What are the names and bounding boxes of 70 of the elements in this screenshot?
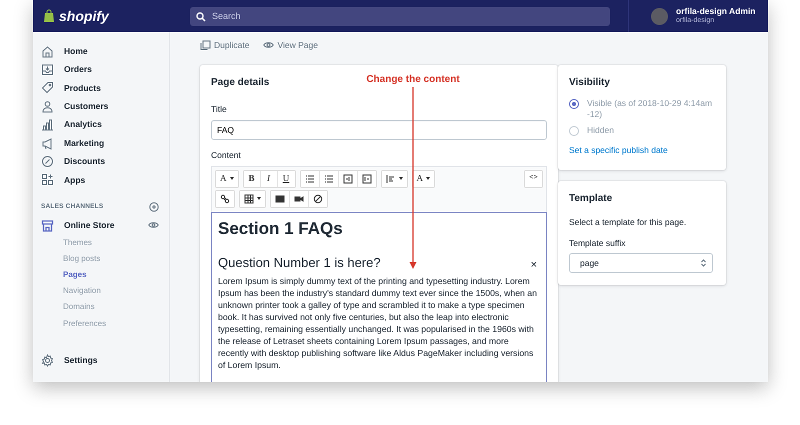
indent-icon [342,174,352,184]
toolbar-button[interactable] [271,190,290,206]
field-label: Content [211,148,242,162]
person-icon [41,100,54,113]
tag-icon [41,81,54,94]
close-icon[interactable]: × [530,256,537,274]
shopping-bag-icon [43,9,55,23]
link-icon [220,194,230,204]
list-icon [304,174,314,184]
publish-date-link[interactable]: Set a specific publish date [569,144,668,158]
logo-text: shopify [59,6,109,26]
home-icon [41,44,54,58]
numbered-list-icon [324,174,334,184]
nav-link[interactable]: Marketing [33,134,169,152]
field-label: Template suffix [569,236,627,250]
action-link[interactable]: View Page [263,38,318,52]
copy-icon [200,40,211,50]
action-link[interactable]: Duplicate [200,38,250,52]
field-label: Title [211,103,228,116]
toolbar-button[interactable]: A [412,170,434,186]
caret-icon [230,177,234,180]
add-icon[interactable] [149,202,159,212]
gear-icon [41,354,54,368]
bar-chart-icon [41,118,54,132]
clear-format-icon [313,194,323,204]
user-name: orfila-design Admin [676,7,756,16]
annotation-text: Change the content [365,73,461,87]
nav-link[interactable]: Pages [33,266,169,284]
channel-link[interactable]: Online Store [33,216,115,235]
sort-arrows-icon [701,259,706,268]
radio-button[interactable] [569,99,579,109]
nav-link[interactable]: Apps [33,170,169,190]
editor-paragraph: Lorem Ipsum is simply dummy text of the printing and typesetting industry. Lorem Ipsum has been the industry's standard dummy text ever since the 1500s, when an unknown printer took a galley of type and scrambled it to make a type specimen book. It has survived not only five centuries, but also the leap into electronic typesetting, remaining essentially unchanged. It was popularised in the 1960s with the release of Letraset sheets containing Lorem Ipsum passages, and more recently with desktop publishing software like Aldus PageMaker including versions of Lorem Ipsum. [218,275,538,372]
toolbar-button[interactable] [300,170,320,186]
toolbar-button[interactable]: A [216,170,238,186]
search-field[interactable]: Search [190,6,610,26]
megaphone-icon [41,136,54,150]
editor-heading: Section 1 FAQs [218,218,344,239]
caret-icon [257,197,261,200]
template-select[interactable]: page [569,253,713,274]
nav-link[interactable]: Home [33,42,169,60]
text-editor[interactable] [211,212,547,382]
apps-icon [41,173,54,186]
editor-question: Question Number 1 is here? [218,254,381,270]
image-icon [275,194,285,204]
search-icon [196,12,206,22]
align-icon [386,174,396,184]
template-description: Select a template for this page. [569,216,688,229]
nav-link[interactable]: Customers [33,97,169,116]
badge-icon [41,155,54,168]
storefront-icon [41,218,54,232]
card-heading: Visibility [569,77,610,89]
nav-link[interactable]: Products [33,78,169,98]
radio-label: Hidden [587,124,614,136]
eye-icon [263,40,274,50]
nav-link[interactable]: Analytics [33,116,169,134]
caret-icon [398,177,402,180]
title-field[interactable]: FAQ [211,120,547,140]
nav-link[interactable]: Discounts [33,152,169,171]
card-heading: Page details [211,77,270,89]
table-icon [244,194,254,204]
video-icon [294,194,304,204]
outdent-icon [362,174,372,184]
caret-icon [426,177,430,180]
nav-link[interactable]: Settings [33,352,169,370]
eye-icon[interactable] [148,221,159,230]
inbox-icon [41,63,54,76]
toolbar-button[interactable]: B [244,170,260,186]
nav-link[interactable]: Orders [33,60,169,79]
card-heading: Template [569,192,612,205]
